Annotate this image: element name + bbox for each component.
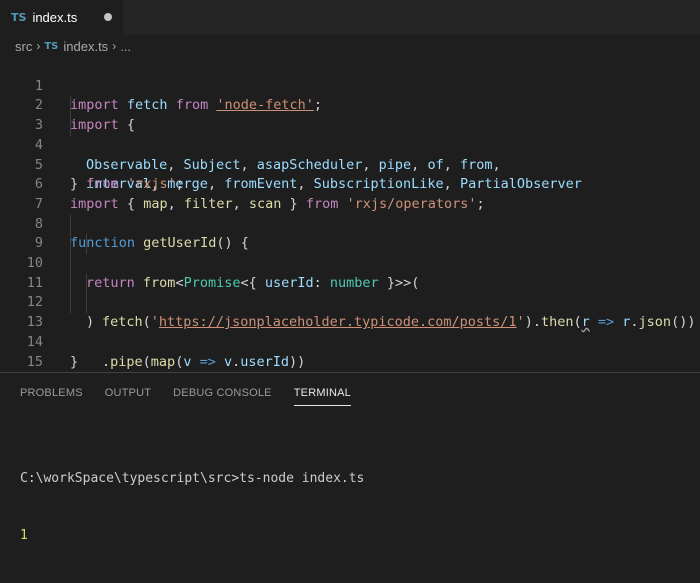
indent-guide	[86, 273, 87, 294]
tab-index-ts[interactable]: TS index.ts	[0, 0, 123, 35]
code-line[interactable]: 15	[0, 333, 700, 370]
code-line[interactable]: 7	[0, 175, 700, 212]
tab-label: index.ts	[32, 10, 78, 25]
indent-guide	[86, 234, 87, 254]
code-line[interactable]: 2 import {	[0, 77, 700, 133]
editor-tab-bar: TS index.ts	[0, 0, 700, 35]
code-line[interactable]: 12 .pipe(map(v => v.userId))	[0, 273, 700, 370]
chevron-right-icon: ›	[112, 39, 117, 53]
indent-guide	[70, 234, 71, 254]
terminal-output[interactable]: C:\workSpace\typescript\src>ts-node inde…	[20, 431, 364, 583]
code-line[interactable]: 3 Observable, Subject, asapScheduler, pi…	[0, 96, 700, 173]
indent-guide	[70, 273, 71, 294]
indent-guide	[70, 116, 71, 136]
code-line[interactable]: 4 interval, merge, fromEvent, Subscripti…	[0, 116, 700, 192]
code-line[interactable]: 8 function getUserId() {	[0, 195, 700, 252]
code-editor[interactable]: 1 import fetch from 'node-fetch'; 2 impo…	[0, 57, 700, 372]
code-line[interactable]: 11 )	[0, 254, 700, 330]
tab-problems[interactable]: PROBLEMS	[20, 387, 83, 406]
indent-guide	[70, 96, 71, 117]
indent-guide	[86, 293, 87, 314]
chevron-right-icon: ›	[36, 39, 41, 53]
ts-file-icon: TS	[44, 40, 59, 52]
code-line[interactable]: 10 fetch('https://jsonplaceholder.typico…	[0, 234, 700, 330]
code-line[interactable]: 1 import fetch from 'node-fetch';	[0, 57, 700, 114]
terminal-command-line: C:\workSpace\typescript\src>ts-node inde…	[20, 471, 365, 486]
code-line[interactable]: 6 import { map, filter, scan } from 'rxj…	[0, 156, 700, 212]
tab-debug-console[interactable]: DEBUG CONSOLE	[173, 387, 272, 406]
bottom-panel: PROBLEMS OUTPUT DEBUG CONSOLE TERMINAL C…	[0, 372, 700, 543]
breadcrumb: src › TS index.ts › ...	[0, 35, 700, 57]
breadcrumb-more[interactable]: ...	[120, 39, 131, 54]
indent-guide	[70, 293, 71, 314]
breadcrumb-file[interactable]: index.ts	[63, 39, 108, 54]
breadcrumb-folder[interactable]: src	[15, 39, 32, 54]
unsaved-dot-icon[interactable]	[104, 13, 112, 21]
ts-file-icon: TS	[11, 11, 27, 24]
code-line[interactable]: 9 return from<Promise<{ userId: number }…	[0, 214, 700, 291]
code-line[interactable]: 14 }	[0, 313, 700, 370]
tab-output[interactable]: OUTPUT	[105, 387, 151, 406]
terminal-result: 1	[20, 528, 28, 543]
code-line[interactable]: 16 getUserId();	[0, 353, 700, 373]
code-line[interactable]: 13 .subscribe(console.log);	[0, 293, 700, 330]
indent-guide	[70, 214, 71, 235]
code-line[interactable]: 5 } from 'rxjs';	[0, 136, 700, 193]
indent-guide	[70, 254, 71, 274]
tab-terminal[interactable]: TERMINAL	[293, 387, 351, 406]
panel-tabs: PROBLEMS OUTPUT DEBUG CONSOLE TERMINAL	[20, 387, 373, 406]
